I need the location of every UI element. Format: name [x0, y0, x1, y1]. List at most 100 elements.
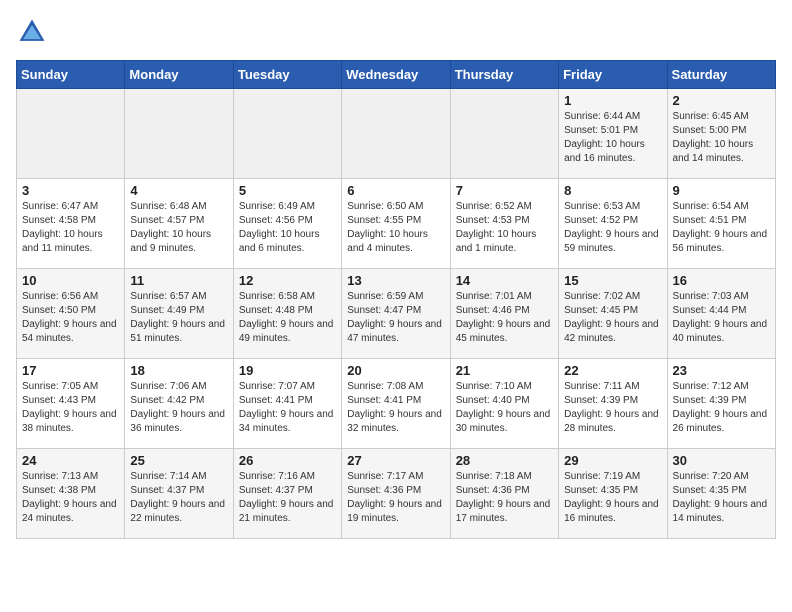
- calendar-cell: 7 Sunrise: 6:52 AM Sunset: 4:53 PM Daylig…: [450, 179, 558, 269]
- day-info: Sunrise: 6:50 AM Sunset: 4:55 PM Dayligh…: [347, 200, 444, 256]
- calendar-cell: 24 Sunrise: 7:13 AM Sunset: 4:38 PM Dayli…: [17, 449, 125, 539]
- calendar-cell: 26 Sunrise: 7:16 AM Sunset: 4:37 PM Dayli…: [233, 449, 341, 539]
- day-info: Sunrise: 7:03 AM Sunset: 4:44 PM Dayligh…: [673, 290, 770, 346]
- calendar-cell: 8Sunrise: 6:53 AM Sunset: 4:52 PM Daylig…: [559, 179, 667, 269]
- day-info: Sunrise: 6:52 AM Sunset: 4:53 PM Dayligh…: [456, 200, 553, 256]
- day-info: Sunrise: 7:17 AM Sunset: 4:36 PM Dayligh…: [347, 470, 444, 526]
- day-number: 18: [130, 363, 227, 378]
- calendar-cell: [450, 89, 558, 179]
- day-number: 19: [239, 363, 336, 378]
- calendar-cell: [233, 89, 341, 179]
- calendar-cell: 23 Sunrise: 7:12 AM Sunset: 4:39 PM Dayli…: [667, 359, 775, 449]
- day-number: 30: [673, 453, 770, 468]
- day-number: 7: [456, 183, 553, 198]
- day-info: Sunrise: 6:54 AM Sunset: 4:51 PM Dayligh…: [673, 200, 770, 256]
- calendar-cell: 22 Sunrise: 7:11 AM Sunset: 4:39 PM Dayli…: [559, 359, 667, 449]
- calendar-cell: 4 Sunrise: 6:48 AM Sunset: 4:57 PM Daylig…: [125, 179, 233, 269]
- day-info: Sunrise: 7:16 AM Sunset: 4:37 PM Dayligh…: [239, 470, 336, 526]
- logo: [16, 16, 52, 48]
- day-number: 21: [456, 363, 553, 378]
- day-number: 16: [673, 273, 770, 288]
- day-info: Sunrise: 7:18 AM Sunset: 4:36 PM Dayligh…: [456, 470, 553, 526]
- day-number: 5: [239, 183, 336, 198]
- week-row-2: 3Sunrise: 6:47 AM Sunset: 4:58 PM Daylig…: [17, 179, 776, 269]
- calendar-cell: 29 Sunrise: 7:19 AM Sunset: 4:35 PM Dayli…: [559, 449, 667, 539]
- day-number: 4: [130, 183, 227, 198]
- day-info: Sunrise: 6:56 AM Sunset: 4:50 PM Dayligh…: [22, 290, 119, 346]
- day-info: Sunrise: 7:19 AM Sunset: 4:35 PM Dayligh…: [564, 470, 661, 526]
- day-header-thursday: Thursday: [450, 61, 558, 89]
- day-number: 12: [239, 273, 336, 288]
- day-number: 22: [564, 363, 661, 378]
- day-header-sunday: Sunday: [17, 61, 125, 89]
- day-number: 27: [347, 453, 444, 468]
- day-number: 8: [564, 183, 661, 198]
- day-number: 26: [239, 453, 336, 468]
- calendar-cell: 3Sunrise: 6:47 AM Sunset: 4:58 PM Daylig…: [17, 179, 125, 269]
- day-number: 29: [564, 453, 661, 468]
- day-info: Sunrise: 7:08 AM Sunset: 4:41 PM Dayligh…: [347, 380, 444, 436]
- day-info: Sunrise: 6:48 AM Sunset: 4:57 PM Dayligh…: [130, 200, 227, 256]
- calendar-cell: 25 Sunrise: 7:14 AM Sunset: 4:37 PM Dayli…: [125, 449, 233, 539]
- calendar-cell: 14 Sunrise: 7:01 AM Sunset: 4:46 PM Dayli…: [450, 269, 558, 359]
- day-header-saturday: Saturday: [667, 61, 775, 89]
- calendar-cell: [342, 89, 450, 179]
- day-number: 13: [347, 273, 444, 288]
- day-info: Sunrise: 7:01 AM Sunset: 4:46 PM Dayligh…: [456, 290, 553, 346]
- page-header: [16, 16, 776, 48]
- day-info: Sunrise: 6:45 AM Sunset: 5:00 PM Dayligh…: [673, 110, 770, 166]
- calendar-cell: 13 Sunrise: 6:59 AM Sunset: 4:47 PM Dayli…: [342, 269, 450, 359]
- day-number: 28: [456, 453, 553, 468]
- week-row-1: 1 Sunrise: 6:44 AM Sunset: 5:01 PM Daylig…: [17, 89, 776, 179]
- day-info: Sunrise: 7:06 AM Sunset: 4:42 PM Dayligh…: [130, 380, 227, 436]
- day-info: Sunrise: 7:11 AM Sunset: 4:39 PM Dayligh…: [564, 380, 661, 436]
- day-number: 1: [564, 93, 661, 108]
- calendar-cell: 5 Sunrise: 6:49 AM Sunset: 4:56 PM Daylig…: [233, 179, 341, 269]
- day-header-tuesday: Tuesday: [233, 61, 341, 89]
- calendar-cell: 1 Sunrise: 6:44 AM Sunset: 5:01 PM Daylig…: [559, 89, 667, 179]
- day-header-monday: Monday: [125, 61, 233, 89]
- day-number: 10: [22, 273, 119, 288]
- calendar-cell: 6Sunrise: 6:50 AM Sunset: 4:55 PM Daylig…: [342, 179, 450, 269]
- day-info: Sunrise: 7:07 AM Sunset: 4:41 PM Dayligh…: [239, 380, 336, 436]
- calendar-cell: 10 Sunrise: 6:56 AM Sunset: 4:50 PM Dayli…: [17, 269, 125, 359]
- day-number: 24: [22, 453, 119, 468]
- day-info: Sunrise: 6:57 AM Sunset: 4:49 PM Dayligh…: [130, 290, 227, 346]
- calendar-cell: 12 Sunrise: 6:58 AM Sunset: 4:48 PM Dayli…: [233, 269, 341, 359]
- day-header-wednesday: Wednesday: [342, 61, 450, 89]
- day-number: 20: [347, 363, 444, 378]
- day-info: Sunrise: 7:02 AM Sunset: 4:45 PM Dayligh…: [564, 290, 661, 346]
- day-info: Sunrise: 6:58 AM Sunset: 4:48 PM Dayligh…: [239, 290, 336, 346]
- day-info: Sunrise: 7:13 AM Sunset: 4:38 PM Dayligh…: [22, 470, 119, 526]
- calendar-cell: 30 Sunrise: 7:20 AM Sunset: 4:35 PM Dayli…: [667, 449, 775, 539]
- day-number: 17: [22, 363, 119, 378]
- day-number: 25: [130, 453, 227, 468]
- calendar-cell: 28 Sunrise: 7:18 AM Sunset: 4:36 PM Dayli…: [450, 449, 558, 539]
- week-row-5: 24 Sunrise: 7:13 AM Sunset: 4:38 PM Dayli…: [17, 449, 776, 539]
- calendar-cell: 27 Sunrise: 7:17 AM Sunset: 4:36 PM Dayli…: [342, 449, 450, 539]
- day-header-friday: Friday: [559, 61, 667, 89]
- day-info: Sunrise: 6:59 AM Sunset: 4:47 PM Dayligh…: [347, 290, 444, 346]
- day-number: 11: [130, 273, 227, 288]
- day-number: 14: [456, 273, 553, 288]
- calendar-cell: [17, 89, 125, 179]
- calendar-cell: 18 Sunrise: 7:06 AM Sunset: 4:42 PM Dayli…: [125, 359, 233, 449]
- week-row-4: 17Sunrise: 7:05 AM Sunset: 4:43 PM Dayli…: [17, 359, 776, 449]
- calendar-cell: 21Sunrise: 7:10 AM Sunset: 4:40 PM Dayli…: [450, 359, 558, 449]
- calendar-cell: [125, 89, 233, 179]
- day-number: 2: [673, 93, 770, 108]
- day-number: 3: [22, 183, 119, 198]
- day-info: Sunrise: 7:12 AM Sunset: 4:39 PM Dayligh…: [673, 380, 770, 436]
- day-number: 15: [564, 273, 661, 288]
- calendar-cell: 16 Sunrise: 7:03 AM Sunset: 4:44 PM Dayli…: [667, 269, 775, 359]
- day-info: Sunrise: 7:14 AM Sunset: 4:37 PM Dayligh…: [130, 470, 227, 526]
- day-number: 23: [673, 363, 770, 378]
- calendar-cell: 9 Sunrise: 6:54 AM Sunset: 4:51 PM Daylig…: [667, 179, 775, 269]
- day-info: Sunrise: 7:20 AM Sunset: 4:35 PM Dayligh…: [673, 470, 770, 526]
- calendar-cell: 11 Sunrise: 6:57 AM Sunset: 4:49 PM Dayli…: [125, 269, 233, 359]
- day-info: Sunrise: 6:49 AM Sunset: 4:56 PM Dayligh…: [239, 200, 336, 256]
- day-info: Sunrise: 6:44 AM Sunset: 5:01 PM Dayligh…: [564, 110, 661, 166]
- calendar-cell: 19 Sunrise: 7:07 AM Sunset: 4:41 PM Dayli…: [233, 359, 341, 449]
- calendar-table: SundayMondayTuesdayWednesdayThursdayFrid…: [16, 60, 776, 539]
- day-number: 9: [673, 183, 770, 198]
